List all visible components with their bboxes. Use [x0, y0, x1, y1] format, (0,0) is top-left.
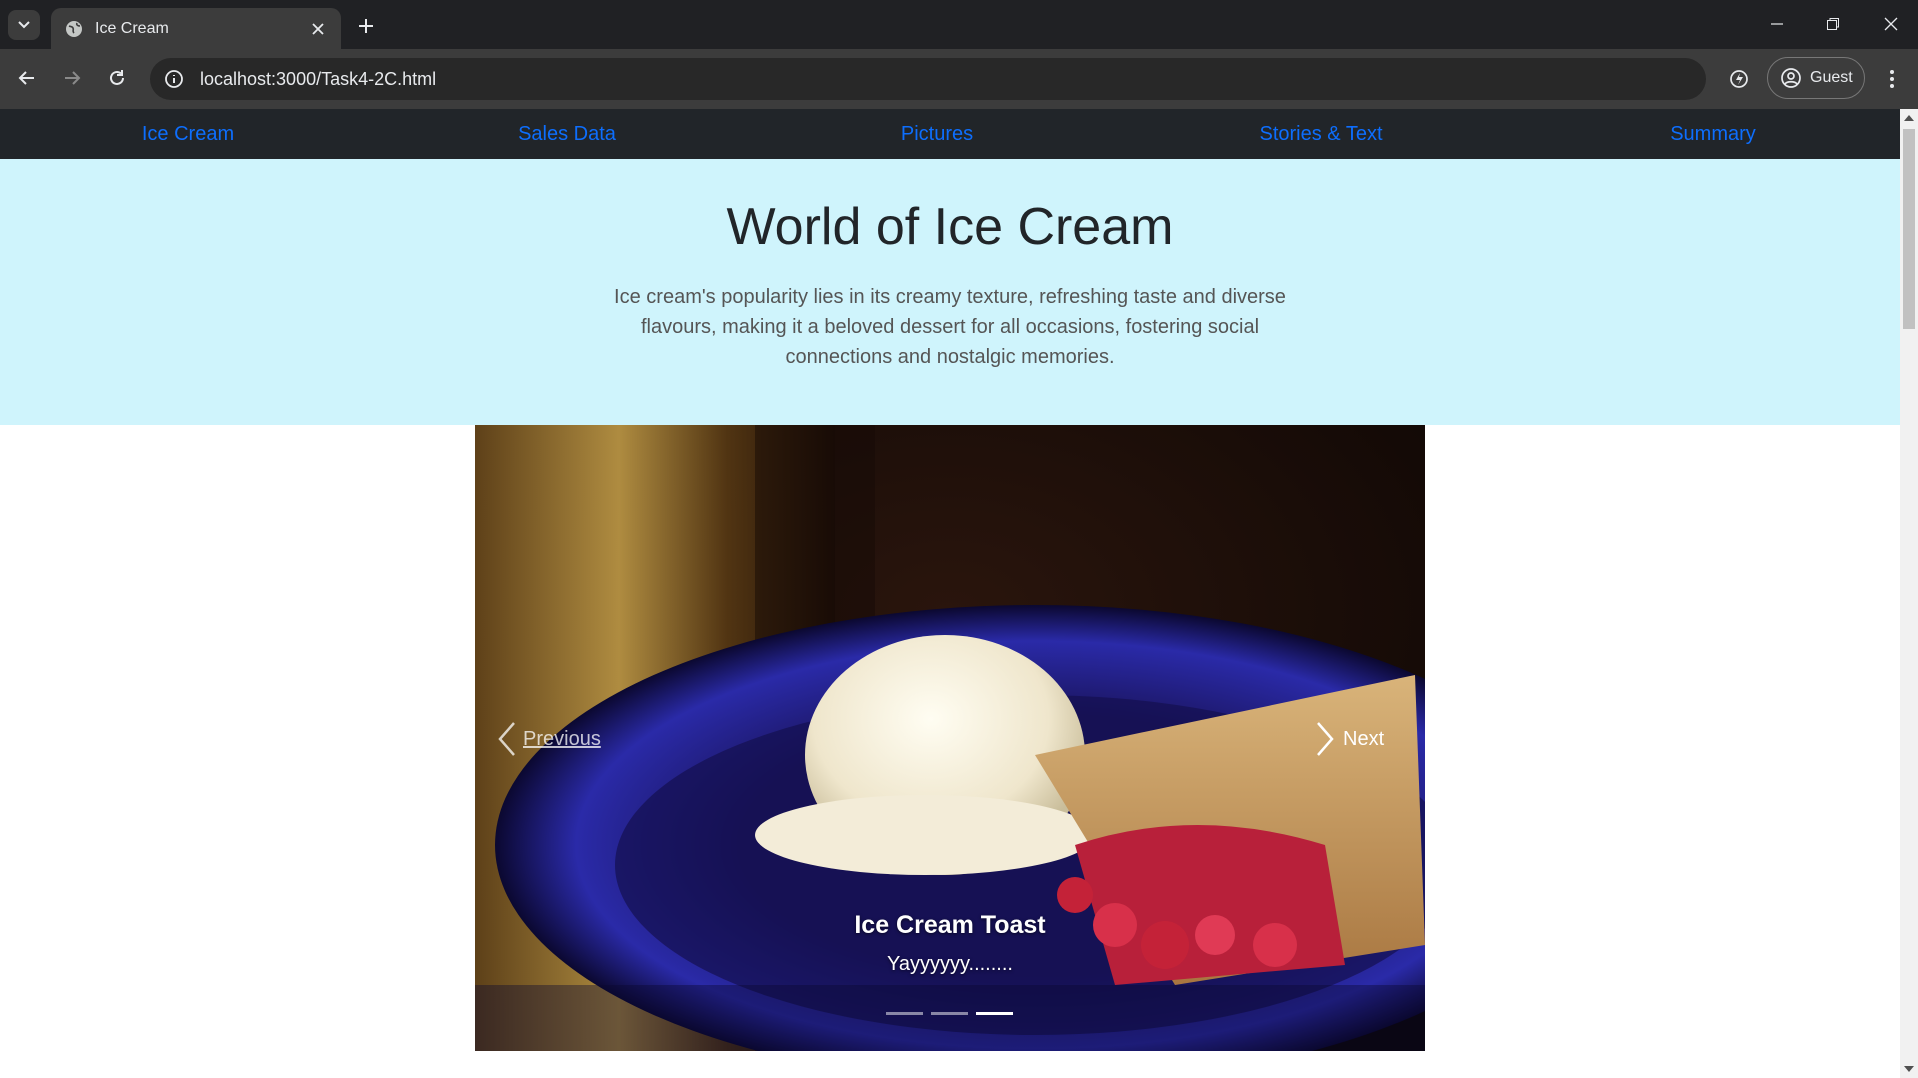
address-bar[interactable]: localhost:3000/Task4-2C.html	[150, 58, 1706, 100]
scroll-down-arrow-icon[interactable]	[1904, 1066, 1914, 1072]
carousel-indicators	[886, 1012, 1016, 1016]
arrow-right-icon	[65, 71, 81, 85]
restore-icon	[1827, 18, 1839, 30]
scroll-up-arrow-icon[interactable]	[1904, 115, 1914, 121]
globe-icon	[66, 20, 82, 37]
close-icon	[1884, 17, 1898, 31]
close-tab-icon[interactable]	[309, 20, 327, 38]
chevron-left-icon	[498, 722, 515, 756]
forward-button[interactable]	[55, 61, 89, 95]
more-vert-icon	[1890, 70, 1894, 88]
profile-button[interactable]: Guest	[1767, 57, 1865, 99]
browser-tab-bar: Ice Cream	[0, 0, 1918, 49]
image-carousel[interactable]: Previous Next Ice Cream Toast Yayyyyyy..…	[475, 425, 1425, 1051]
minimize-icon	[1771, 23, 1783, 25]
page-viewport: Ice Cream Sales Data Pictures Stories & …	[0, 109, 1900, 1078]
page-scrollbar[interactable]	[1900, 109, 1918, 1078]
chevron-right-icon	[1317, 722, 1334, 756]
close-window-button[interactable]	[1871, 8, 1911, 40]
hero-section: World of Ice Cream Ice cream's popularit…	[0, 159, 1900, 425]
page-title: World of Ice Cream	[726, 198, 1174, 256]
reload-icon	[110, 70, 124, 85]
carousel-caption-title: Ice Cream Toast	[854, 911, 1046, 939]
carousel-next-label: Next	[1343, 727, 1385, 750]
chevron-down-icon	[18, 21, 30, 29]
carousel-next-button[interactable]: Next	[1315, 721, 1384, 757]
url-text[interactable]: localhost:3000/Task4-2C.html	[200, 69, 436, 90]
extension-button[interactable]	[1722, 62, 1756, 96]
site-navbar: Ice Cream Sales Data Pictures Stories & …	[0, 109, 1900, 159]
performance-icon	[1730, 70, 1748, 88]
hero-description: Ice cream's popularity lies in its cream…	[614, 286, 1286, 368]
carousel-previous-button[interactable]: Previous	[497, 721, 601, 757]
back-button[interactable]	[10, 61, 44, 95]
nav-link-stories-text[interactable]: Stories & Text	[1259, 109, 1382, 159]
tab-title: Ice Cream	[95, 19, 169, 37]
arrow-left-icon	[18, 71, 34, 85]
restore-button[interactable]	[1813, 8, 1853, 40]
carousel-indicator-3[interactable]	[976, 1012, 1013, 1015]
info-icon[interactable]	[164, 69, 184, 89]
carousel-caption-text: Yayyyyyy........	[887, 953, 1013, 975]
tab-search-button[interactable]	[8, 10, 40, 40]
nav-link-summary[interactable]: Summary	[1670, 109, 1756, 159]
nav-link-sales-data[interactable]: Sales Data	[518, 109, 616, 159]
carousel-indicator-2[interactable]	[931, 1012, 968, 1015]
minimize-button[interactable]	[1757, 8, 1797, 40]
carousel-indicator-1[interactable]	[886, 1012, 923, 1015]
account-circle-icon	[1781, 68, 1801, 88]
nav-link-pictures[interactable]: Pictures	[901, 109, 973, 159]
scrollbar-thumb[interactable]	[1903, 129, 1915, 329]
browser-toolbar: localhost:3000/Task4-2C.html Guest	[0, 49, 1918, 109]
profile-label: Guest	[1810, 69, 1853, 86]
browser-menu-button[interactable]	[1877, 62, 1907, 96]
browser-tab[interactable]: Ice Cream	[51, 8, 341, 49]
new-tab-button[interactable]	[352, 12, 380, 40]
carousel-previous-label: Previous	[523, 727, 601, 750]
nav-link-ice-cream[interactable]: Ice Cream	[142, 109, 234, 159]
reload-button[interactable]	[100, 61, 134, 95]
plus-icon	[359, 19, 373, 33]
